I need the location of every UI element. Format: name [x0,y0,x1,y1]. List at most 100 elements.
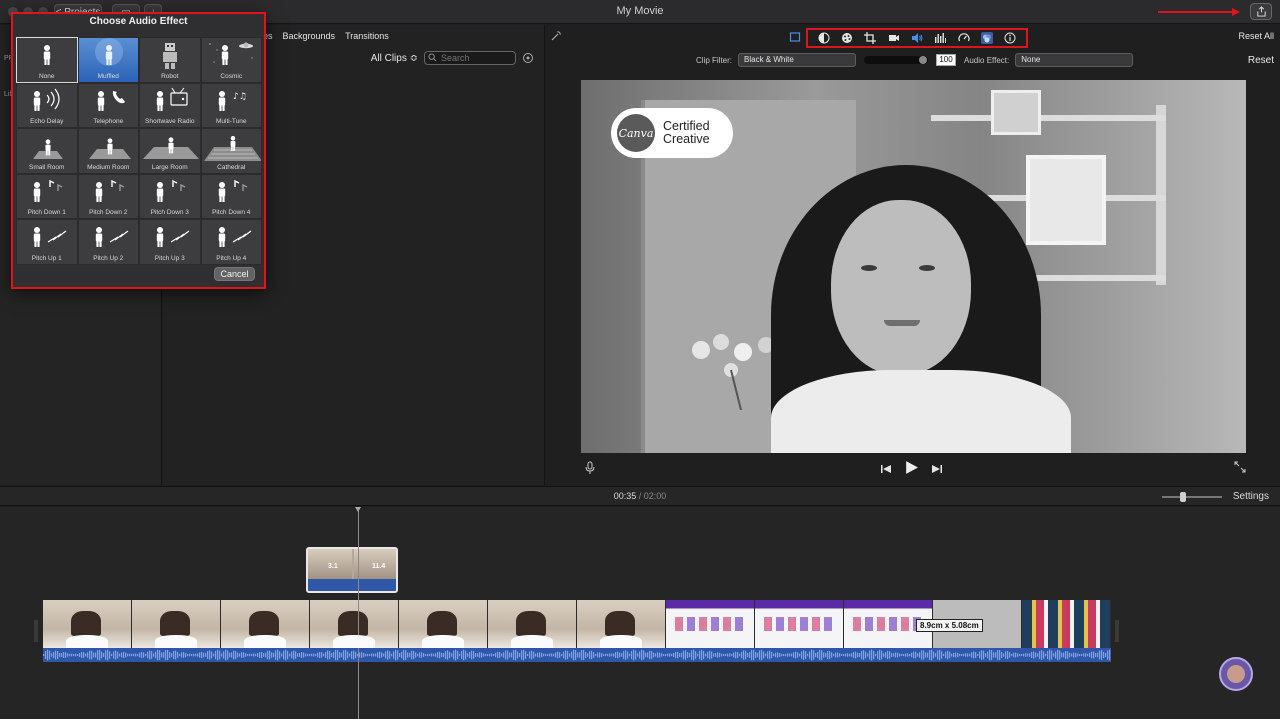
video-clip[interactable] [666,600,755,648]
fullscreen-icon[interactable] [1234,461,1246,473]
reset-all-button[interactable]: Reset All [1238,31,1274,41]
radio-icon [156,87,188,111]
volume-icon[interactable] [910,31,924,45]
robot-icon [163,43,177,69]
audio-effect-label: Telephone [93,118,124,125]
filter-amount-field[interactable]: 100 [936,54,957,66]
video-clip[interactable] [132,600,221,648]
video-clip[interactable] [43,600,132,648]
audio-effect-label: Pitch Down 3 [150,209,189,216]
audio-effect-label: None [38,72,55,80]
timeline-zoom-slider[interactable] [1162,492,1222,502]
audio-effect-label: Pitch Up 4 [216,254,247,262]
browser-tabs: es Backgrounds Transitions [263,31,389,41]
all-clips-popup[interactable]: All Clips ≎ [371,53,418,64]
timeline-start-handle[interactable] [34,620,38,642]
skip-back-icon[interactable] [880,463,892,475]
filter-amount-slider[interactable] [864,56,929,64]
audio-effect-field[interactable]: None [1015,53,1134,67]
badge-text: Certified Creative [663,120,710,146]
canva-logo: Canva [617,114,655,152]
filter-amount-knob[interactable] [919,56,928,64]
audio-effect-shortwave-radio[interactable]: Shortwave Radio [139,82,201,128]
reset-button[interactable]: Reset [1248,55,1274,66]
cosmic-icon [208,42,253,65]
video-person-face [831,200,971,375]
audio-effect-echo-delay[interactable]: Echo Delay [16,82,78,128]
audio-effect-small-room[interactable]: Small Room [16,128,78,174]
search-icon [428,53,437,62]
microphone-icon[interactable] [584,461,596,475]
room-large-icon [143,137,199,159]
video-clip[interactable] [488,600,577,648]
pitch-up-icon [95,227,128,247]
video-clip[interactable] [310,600,399,648]
clip-filter-label: Clip Filter: [696,55,733,65]
audio-effect-multi-tune[interactable]: ♪♫ Multi-Tune [200,82,262,128]
pitch-down-icon [33,179,63,202]
cancel-button[interactable]: Cancel [214,267,255,281]
audio-effect-robot[interactable]: Robot [139,37,201,83]
audio-effect-label: Pitch Up 1 [31,254,62,262]
crop-icon[interactable] [863,31,877,45]
equalizer-icon[interactable] [933,31,947,45]
overlay-clip[interactable]: 3.1 11.4 [306,547,398,593]
clip-filter-icon[interactable] [980,31,994,45]
timeline-end-handle[interactable] [1115,620,1119,642]
audio-effect-cathedral[interactable]: Cathedral [200,128,262,174]
audio-effect-none[interactable]: None [16,37,78,83]
picture-frame-icon[interactable] [789,31,801,43]
info-icon[interactable] [1003,31,1017,45]
audio-effect-label: Shortwave Radio [145,118,195,125]
choose-audio-effect-dialog: Choose Audio Effect None Muffled Robot Cosm… [11,12,266,289]
audio-effect-pitch-down-4[interactable]: Pitch Down 4 [200,173,262,219]
time-separator: / [638,491,642,501]
audio-effect-label: Audio Effect: [964,55,1010,65]
stabilization-icon[interactable] [887,31,901,45]
audio-effect-label: Medium Room [87,163,130,171]
svg-text:♪♫: ♪♫ [233,92,247,102]
speed-icon[interactable] [957,31,971,45]
audio-effect-cosmic[interactable]: Cosmic [200,37,262,83]
playhead[interactable] [355,507,361,719]
audio-waveform-track[interactable] [43,648,1111,662]
search-box [424,51,516,65]
video-clip[interactable] [1022,600,1111,648]
timeline[interactable]: 3.1 11.4 8.9cm x 5.08cm [0,507,1280,719]
badge-line-1: Certified [663,119,710,133]
skip-forward-icon[interactable] [931,463,943,475]
share-button[interactable] [1250,3,1272,20]
telephone-icon [97,90,125,111]
audio-effect-pitch-down-1[interactable]: Pitch Down 1 [16,173,78,219]
clip-filter-field[interactable]: Black & White [738,53,857,67]
audio-effect-pitch-down-3[interactable]: Pitch Down 3 [139,173,201,219]
audio-effect-pitch-up-2[interactable]: Pitch Up 2 [77,219,139,265]
audio-effect-pitch-up-3[interactable]: Pitch Up 3 [139,219,201,265]
current-time: 00:35 [613,491,637,501]
video-clip[interactable] [399,600,488,648]
video-clip[interactable] [577,600,666,648]
audio-effect-pitch-down-2[interactable]: Pitch Down 2 [77,173,139,219]
magic-wand-icon[interactable] [550,30,562,42]
tab-transitions[interactable]: Transitions [345,31,389,41]
search-input[interactable] [424,51,516,65]
play-icon [906,461,918,474]
zoom-knob[interactable] [1180,492,1186,502]
video-preview[interactable]: Canva Certified Creative [581,80,1246,453]
audio-effect-medium-room[interactable]: Medium Room [77,128,139,174]
timeline-settings-button[interactable]: Settings [1233,491,1269,502]
tab-backgrounds[interactable]: Backgrounds [283,31,336,41]
audio-effect-pitch-up-1[interactable]: Pitch Up 1 [16,219,78,265]
audio-effect-pitch-up-4[interactable]: Pitch Up 4 [200,219,262,265]
play-button[interactable] [904,460,919,478]
audio-effect-telephone[interactable]: Telephone [77,82,139,128]
audio-effect-large-room[interactable]: Large Room [139,128,201,174]
audio-effect-label: Multi-Tune [216,118,247,125]
video-clip[interactable] [221,600,310,648]
video-clip[interactable] [755,600,844,648]
gear-icon[interactable] [522,52,534,64]
adjustments-toolbar [806,28,1028,48]
audio-effect-muffled[interactable]: Muffled [77,37,139,83]
color-balance-icon[interactable] [817,31,831,45]
color-correction-icon[interactable] [840,31,854,45]
